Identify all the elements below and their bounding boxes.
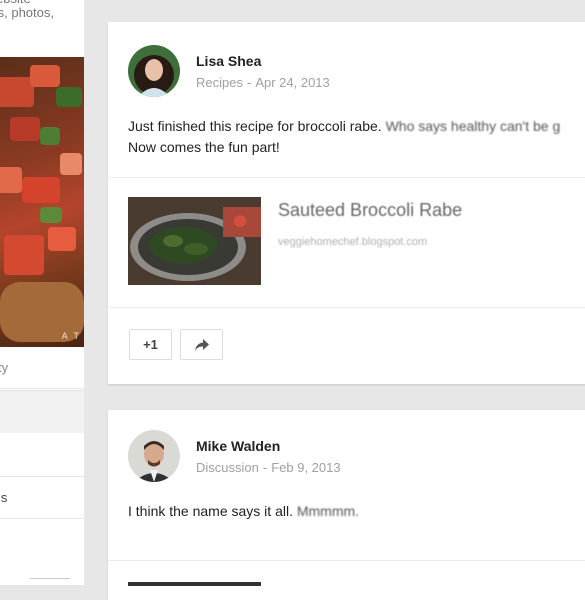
post-text-line2: Now comes the fun part! <box>128 139 280 155</box>
post-author[interactable]: Lisa Shea <box>196 53 261 69</box>
post-card: Lisa Shea Recipes - Apr 24, 2013 Just fini… <box>108 22 585 384</box>
link-url[interactable]: veggiehomechef.blogspot.com <box>278 236 427 248</box>
post-text-main: I think the name says it all. <box>128 503 293 519</box>
post-card: Mike Walden Discussion - Feb 9, 2013 I thi… <box>108 410 585 600</box>
left-description: ebsite ts, photos, <box>0 0 54 20</box>
post-date[interactable]: Feb 9, 2013 <box>271 460 340 475</box>
left-description-line2: ts, photos, <box>0 5 54 20</box>
left-menu-item[interactable]: ls <box>0 490 7 505</box>
plus-one-button[interactable]: +1 <box>129 329 172 360</box>
left-divider <box>0 476 84 477</box>
photo-watermark: A T <box>61 331 81 341</box>
avatar-image <box>128 45 180 97</box>
post-author[interactable]: Mike Walden <box>196 438 280 454</box>
broccoli-pan-image <box>128 197 261 285</box>
post-meta: Discussion - Feb 9, 2013 <box>196 460 341 475</box>
share-button[interactable] <box>180 329 223 360</box>
post-meta: Recipes - Apr 24, 2013 <box>196 75 330 90</box>
avatar[interactable] <box>128 45 180 97</box>
avatar-image <box>128 430 180 482</box>
card-divider <box>108 560 585 561</box>
card-divider <box>108 177 585 178</box>
left-divider <box>0 518 84 519</box>
share-arrow-icon <box>194 338 209 351</box>
left-label: ty <box>0 360 9 375</box>
link-title[interactable]: Sauteed Broccoli Rabe <box>278 200 462 221</box>
post-date[interactable]: Apr 24, 2013 <box>255 75 329 90</box>
link-thumbnail[interactable] <box>128 197 261 285</box>
post-text: I think the name says it all. Mmmmm. <box>128 501 359 522</box>
left-column: ebsite ts, photos, A T ty ls <box>0 0 84 585</box>
post-text: Just finished this recipe for broccoli r… <box>128 116 560 158</box>
post-category[interactable]: Recipes <box>196 75 243 90</box>
left-selected-row[interactable] <box>0 390 84 433</box>
post-text-cont: Mmmmm. <box>296 503 360 519</box>
link-thumbnail-partial[interactable] <box>128 582 261 586</box>
left-bottom-element <box>30 578 70 585</box>
card-divider <box>108 307 585 308</box>
post-text-line1-cont: Who says healthy can't be g <box>385 118 561 134</box>
post-text-line1: Just finished this recipe for broccoli r… <box>128 118 382 134</box>
post-category[interactable]: Discussion <box>196 460 259 475</box>
avatar[interactable] <box>128 430 180 482</box>
meta-separator: - <box>262 460 268 475</box>
left-divider <box>0 388 84 389</box>
left-feature-photo[interactable]: A T <box>0 57 84 347</box>
meta-separator: - <box>246 75 252 90</box>
